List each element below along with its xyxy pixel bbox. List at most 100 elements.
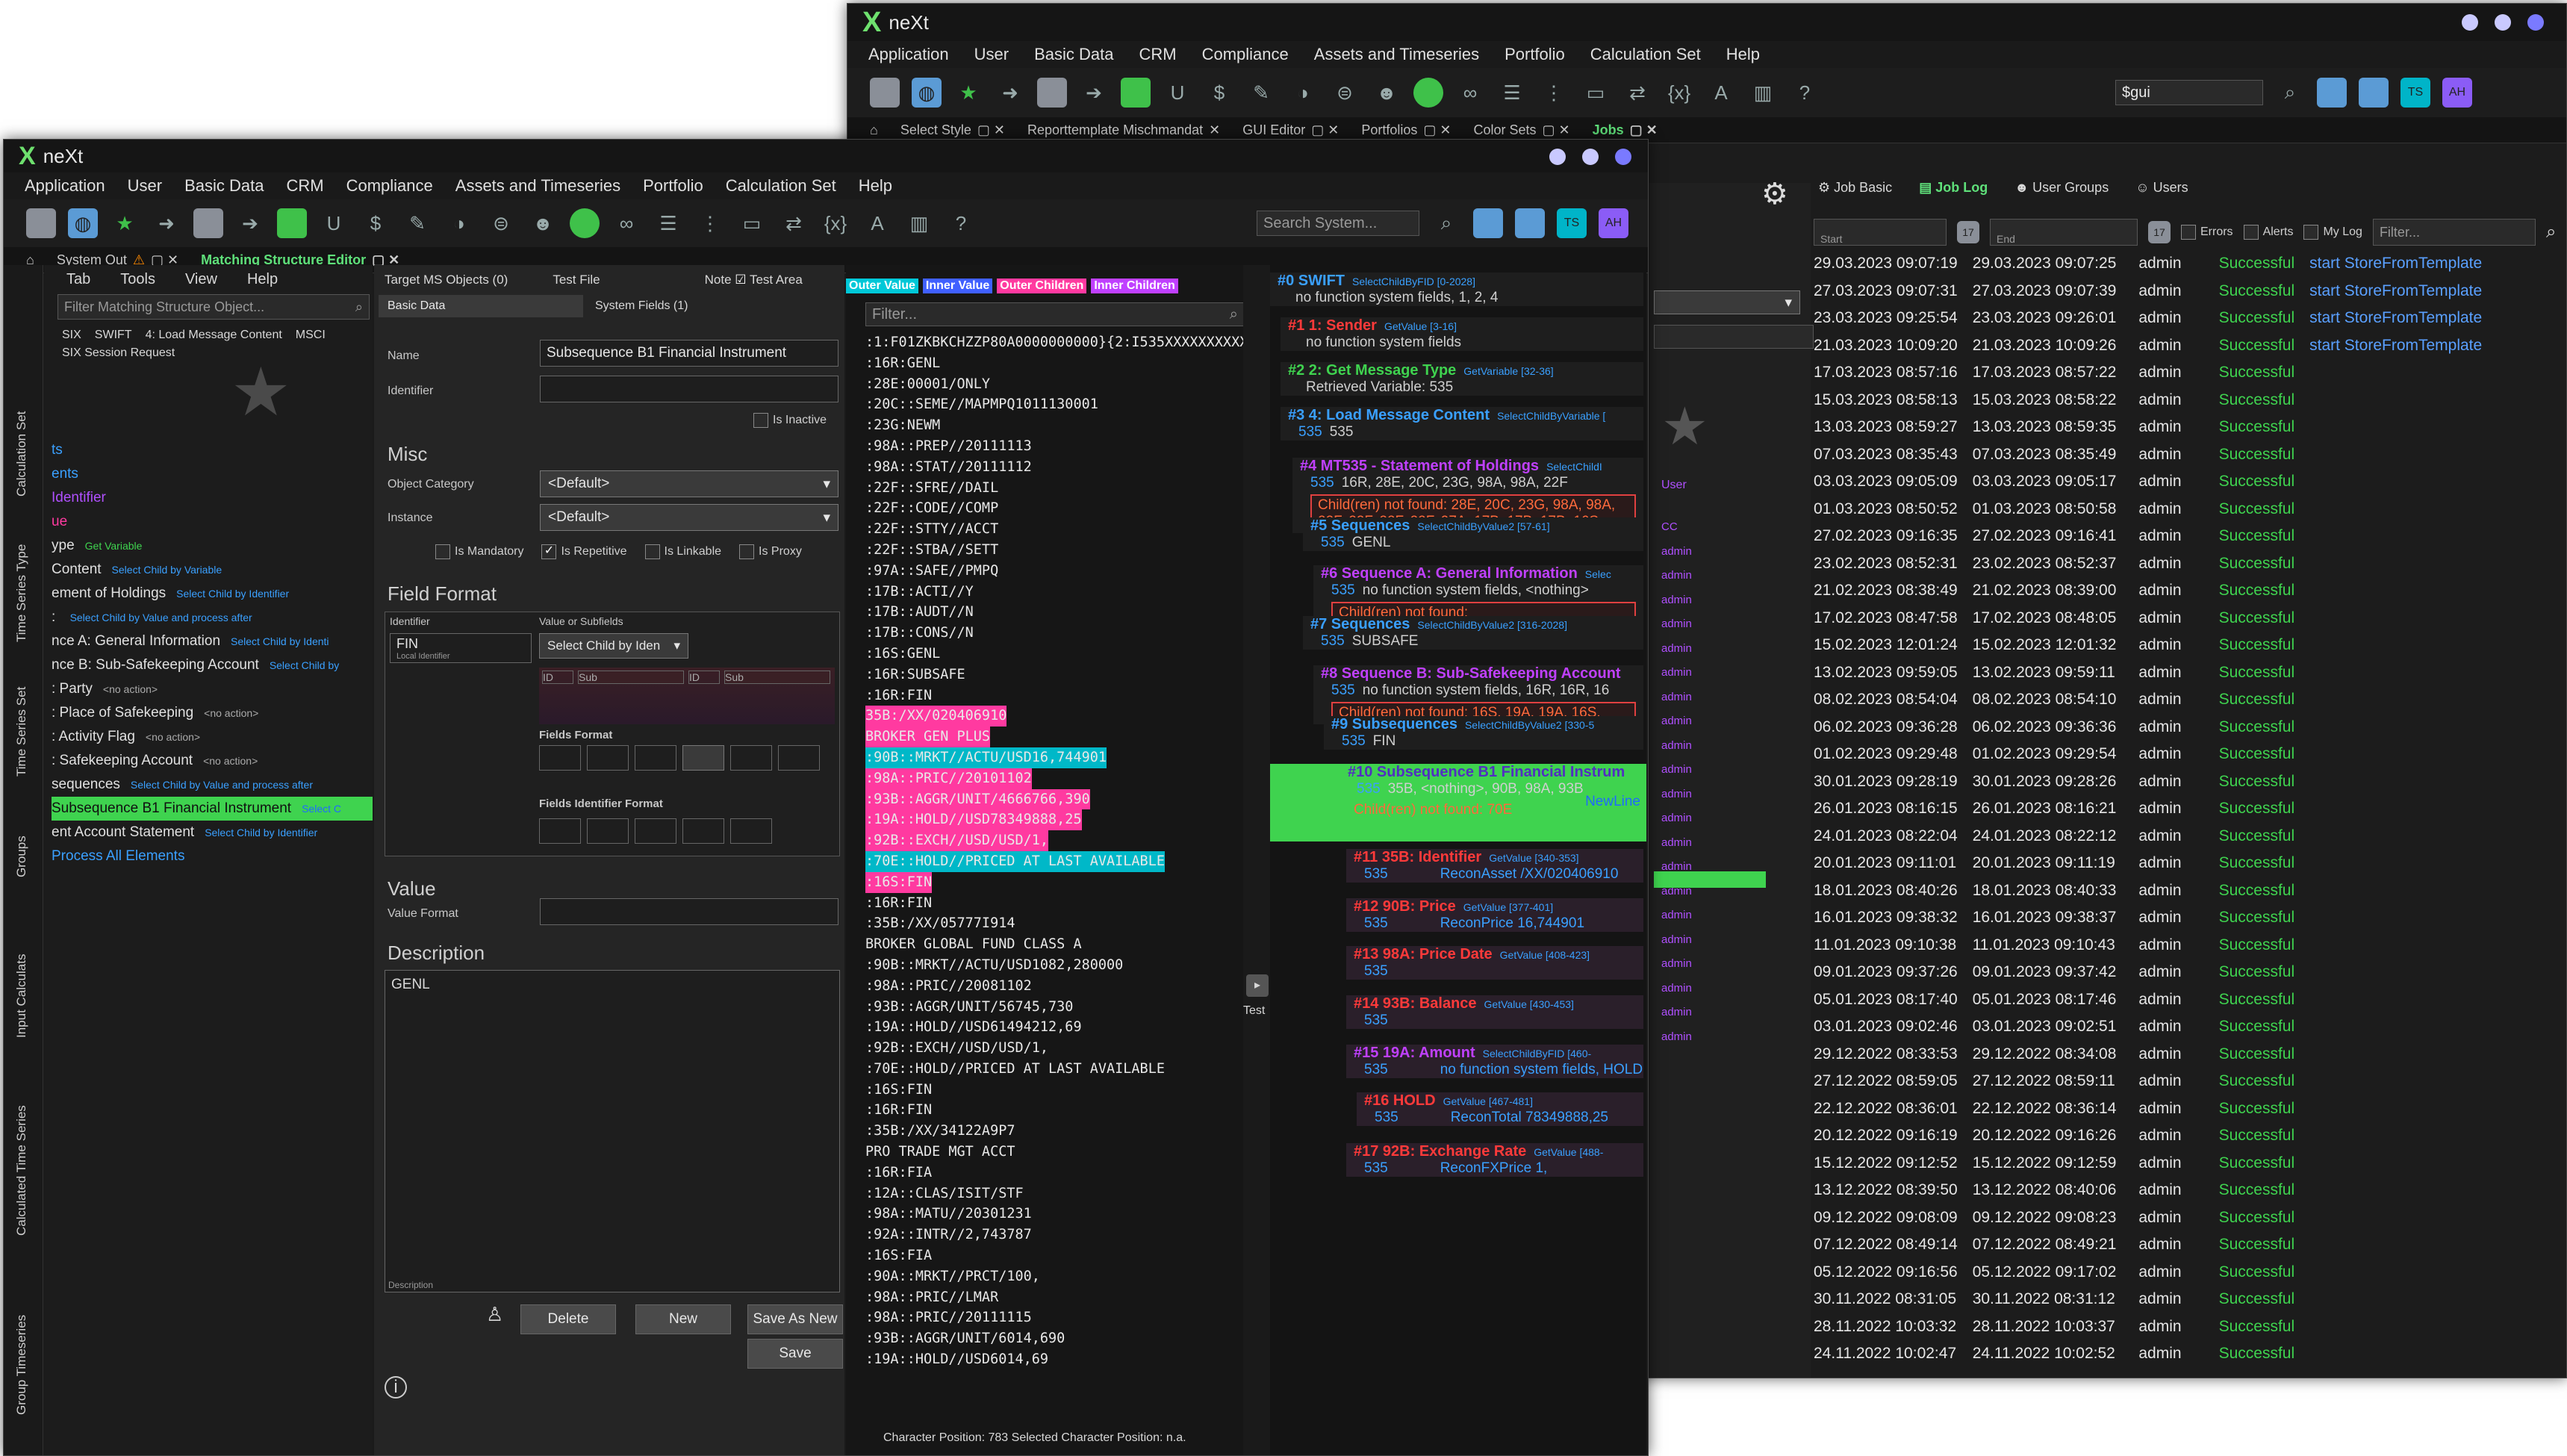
- tree-node[interactable]: Identifier: [52, 486, 373, 510]
- menu-assets[interactable]: Assets and Timeseries: [1314, 45, 1479, 64]
- table-row[interactable]: 30.01.2023 09:28:19 30.01.2023 09:28:26 ad…: [1814, 768, 2497, 796]
- table-row[interactable]: 24.01.2023 08:22:04 24.01.2023 08:22:12 ad…: [1814, 823, 2497, 850]
- menu-view[interactable]: View: [185, 271, 217, 288]
- side-time-series-set[interactable]: Time Series Set: [14, 687, 29, 777]
- tree-node[interactable]: ent Account Statement Select Child by Ide…: [52, 821, 373, 844]
- transfer-icon[interactable]: ⇄: [779, 208, 809, 238]
- instance-select[interactable]: <Default> ▾: [540, 504, 838, 531]
- search-icon[interactable]: ⌕: [1230, 306, 1238, 323]
- book-icon[interactable]: ▥: [1748, 78, 1778, 108]
- list-icon[interactable]: ☰: [1497, 78, 1527, 108]
- table-row[interactable]: 01.02.2023 09:29:48 01.02.2023 09:29:54 ad…: [1814, 741, 2497, 768]
- star-icon[interactable]: ★: [953, 78, 983, 108]
- star-icon[interactable]: ★: [110, 208, 140, 238]
- tab-test-file[interactable]: Test File: [553, 273, 600, 287]
- close-icon[interactable]: ▢ ✕: [1543, 122, 1570, 138]
- table-row[interactable]: 26.01.2023 08:16:15 26.01.2023 08:16:21 ad…: [1814, 795, 2497, 823]
- rule-node[interactable]: #7 Sequences SelectChildByValue2 [316-202…: [1303, 616, 1643, 650]
- tab-system-fields[interactable]: System Fields (1): [583, 295, 700, 317]
- table-row[interactable]: 01.03.2023 08:50:52 01.03.2023 08:50:58 ad…: [1814, 496, 2497, 523]
- side-group-timeseries[interactable]: Group Timeseries: [14, 1315, 29, 1415]
- job-dropdown[interactable]: ▾: [1654, 290, 1800, 314]
- side-groups[interactable]: Groups: [14, 836, 29, 877]
- close-button[interactable]: [1615, 149, 1631, 165]
- rule-node[interactable]: #2 2: Get Message Type GetVariable [32-36…: [1281, 362, 1643, 396]
- table-row[interactable]: 16.01.2023 09:38:32 16.01.2023 09:38:37 ad…: [1814, 904, 2497, 932]
- tree-node[interactable]: Process All Elements: [52, 844, 373, 868]
- gear-icon[interactable]: ⚙: [1761, 178, 1788, 211]
- menu-application[interactable]: Application: [25, 176, 105, 196]
- hierarchy-icon[interactable]: ⋮: [1539, 78, 1569, 108]
- table-row[interactable]: 29.12.2022 08:33:53 29.12.2022 08:34:08 ad…: [1814, 1041, 2497, 1068]
- tree-node[interactable]: ype Get Variable: [52, 534, 373, 558]
- field-offset-input[interactable]: [587, 818, 629, 844]
- forward-icon[interactable]: ➜: [152, 208, 181, 238]
- subtab-users[interactable]: ☺ Users: [2135, 180, 2188, 196]
- calendar-tool-icon[interactable]: [1515, 208, 1545, 238]
- table-row[interactable]: 15.03.2023 08:58:13 15.03.2023 08:58:22 ad…: [1814, 387, 2497, 414]
- breadcrumb-item[interactable]: SIX Session Request: [44, 342, 373, 364]
- identifier-input[interactable]: [540, 376, 838, 402]
- arrow-icon[interactable]: ➔: [1079, 78, 1109, 108]
- menu-compliance[interactable]: Compliance: [346, 176, 433, 196]
- side-time-series-type[interactable]: Time Series Type: [14, 544, 29, 642]
- menu-compliance[interactable]: Compliance: [1202, 45, 1289, 64]
- rule-node[interactable]: #11 35B: Identifier GetValue [340-353] 535…: [1346, 849, 1643, 883]
- rule-node[interactable]: #5 Sequences SelectChildByValue2 [57-61] 5…: [1303, 517, 1643, 551]
- tree-node[interactable]: ts: [52, 438, 373, 462]
- share-icon[interactable]: [1037, 78, 1067, 108]
- rule-node[interactable]: #17 92B: Exchange Rate GetValue [488- 535 R…: [1346, 1143, 1643, 1177]
- link-icon[interactable]: ∞: [1455, 78, 1485, 108]
- system-search-input[interactable]: Search System...: [1257, 211, 1419, 236]
- table-row[interactable]: 09.12.2022 09:08:09 09.12.2022 09:08:23 ad…: [1814, 1204, 2497, 1232]
- group-icon[interactable]: ☻: [528, 208, 558, 238]
- ts-icon[interactable]: TS: [1557, 208, 1587, 238]
- system-search-input[interactable]: $gui: [2115, 80, 2263, 105]
- subtab-job-log[interactable]: ▤ Job Log: [1919, 180, 1988, 196]
- table-row[interactable]: 09.01.2023 09:37:26 09.01.2023 09:37:42 ad…: [1814, 959, 2497, 986]
- close-icon[interactable]: ✕: [1209, 122, 1220, 138]
- rule-node[interactable]: #3 4: Load Message Content SelectChildByV…: [1281, 407, 1643, 441]
- tree-filter-input[interactable]: Filter Matching Structure Object... ⌕: [57, 294, 370, 320]
- ff-id[interactable]: ID: [542, 671, 573, 684]
- maximize-button[interactable]: [1582, 149, 1599, 165]
- table-row[interactable]: 24.11.2022 10:02:47 24.11.2022 10:02:52 ad…: [1814, 1340, 2497, 1368]
- tree-node[interactable]: ement of Holdings Select Child by Identif…: [52, 582, 373, 606]
- pie-icon[interactable]: ◑: [1288, 78, 1318, 108]
- grid-icon[interactable]: [26, 208, 56, 238]
- start-sep-input[interactable]: [539, 818, 581, 844]
- breadcrumb-item[interactable]: SIX: [62, 329, 81, 342]
- forward-icon[interactable]: ➜: [995, 78, 1025, 108]
- menu-user[interactable]: User: [974, 45, 1009, 64]
- book-icon[interactable]: ▥: [904, 208, 934, 238]
- new-button[interactable]: New: [635, 1304, 731, 1334]
- breadcrumb-item[interactable]: MSCI: [296, 329, 326, 342]
- message-filter-input[interactable]: Filter... ⌕: [865, 302, 1245, 326]
- value-format-input[interactable]: [540, 898, 838, 925]
- pie-icon[interactable]: ◑: [444, 208, 474, 238]
- breadcrumb-item[interactable]: 4: Load Message Content: [146, 329, 282, 342]
- table-row[interactable]: 15.12.2022 09:12:52 15.12.2022 09:12:59 ad…: [1814, 1150, 2497, 1177]
- table-row[interactable]: 05.12.2022 09:16:56 05.12.2022 09:17:02 ad…: [1814, 1259, 2497, 1287]
- search-icon[interactable]: ⌕: [2546, 222, 2556, 243]
- user-avatar[interactable]: AH: [2442, 78, 2472, 108]
- monitor-icon[interactable]: ▭: [737, 208, 767, 238]
- text-icon[interactable]: A: [1706, 78, 1736, 108]
- table-row[interactable]: 17.03.2023 08:57:16 17.03.2023 08:57:22 ad…: [1814, 359, 2497, 387]
- close-icon[interactable]: ▢ ✕: [1311, 122, 1339, 138]
- table-row[interactable]: 22.12.2022 08:36:01 22.12.2022 08:36:14 ad…: [1814, 1095, 2497, 1123]
- table-row[interactable]: 05.01.2023 08:17:40 05.01.2023 08:17:46 ad…: [1814, 986, 2497, 1014]
- tab-reporttemplate[interactable]: Reporttemplate Mischmandat ✕: [1020, 119, 1228, 141]
- save-as-new-button[interactable]: Save As New: [747, 1304, 843, 1334]
- delete-button[interactable]: Delete: [520, 1304, 616, 1334]
- menu-tools[interactable]: Tools: [120, 271, 155, 288]
- calendar-icon[interactable]: 17: [1957, 221, 1979, 243]
- ff-sub[interactable]: Sub: [578, 671, 684, 684]
- pen-icon[interactable]: ✎: [402, 208, 432, 238]
- tree-node[interactable]: nce A: General Information Select Child b…: [52, 629, 373, 653]
- table-row[interactable]: 30.11.2022 08:31:05 30.11.2022 08:31:12 ad…: [1814, 1286, 2497, 1313]
- ff-id[interactable]: ID: [688, 671, 720, 684]
- green-square-icon[interactable]: [277, 208, 307, 238]
- table-row[interactable]: 21.02.2023 08:38:49 21.02.2023 08:39:00 ad…: [1814, 577, 2497, 605]
- side-calculation-set[interactable]: Calculation Set: [14, 411, 29, 497]
